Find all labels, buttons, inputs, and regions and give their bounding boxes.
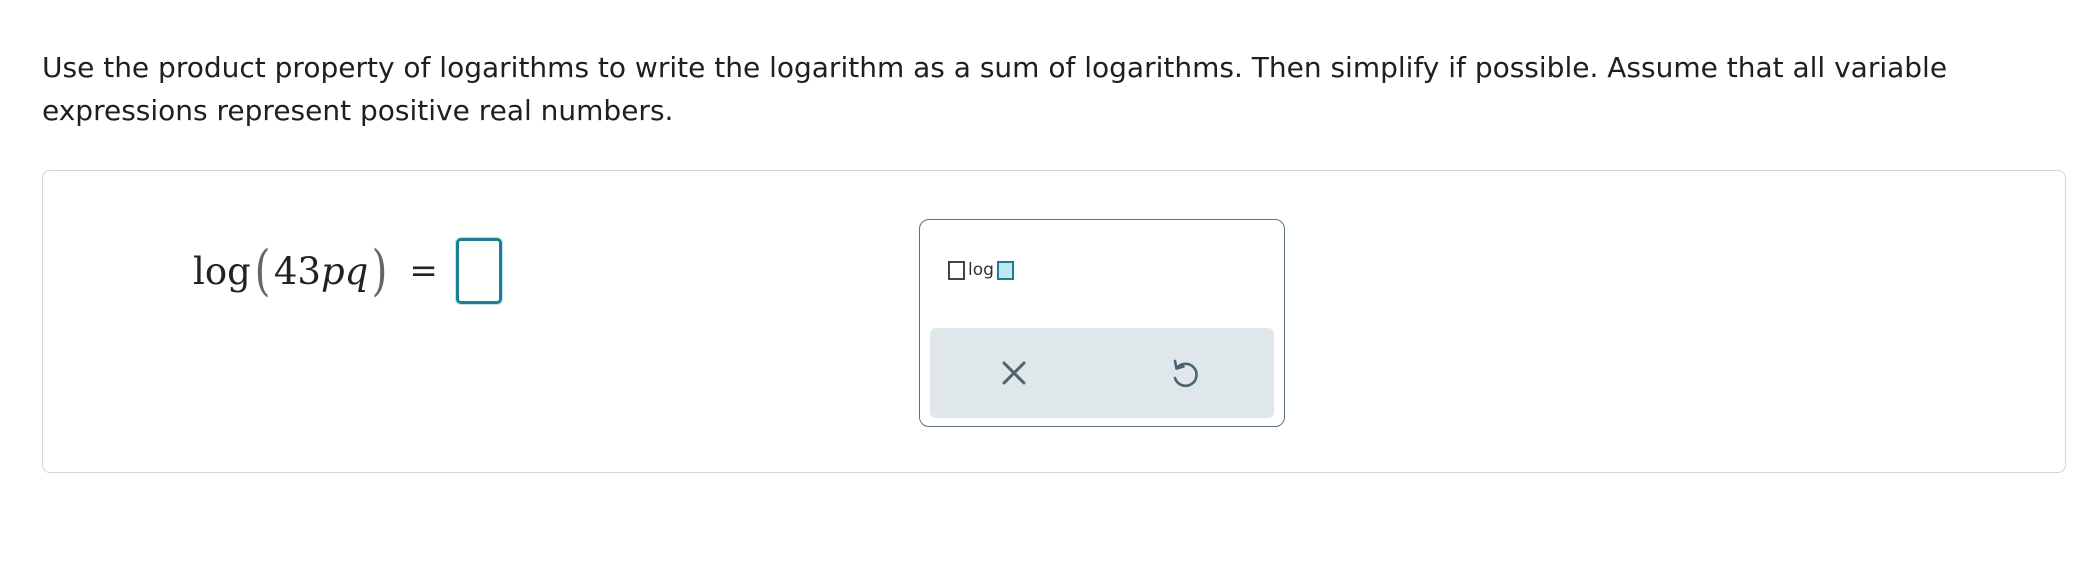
- clear-button[interactable]: [994, 353, 1034, 393]
- undo-button[interactable]: [1164, 353, 1204, 393]
- coefficient: 43: [273, 249, 321, 293]
- equals-sign: =: [409, 251, 438, 291]
- variable-q: q: [344, 249, 369, 293]
- log-template-label: log: [968, 260, 994, 280]
- close-paren: ): [371, 239, 388, 302]
- argument-placeholder-icon: [996, 260, 1014, 280]
- answer-input-box[interactable]: [455, 238, 502, 304]
- variable-p: p: [320, 249, 345, 293]
- coefficient-placeholder-icon: [948, 260, 965, 280]
- open-paren: (: [254, 239, 271, 302]
- log-function: log: [193, 249, 251, 293]
- problem-instructions: Use the product property of logarithms t…: [42, 51, 1948, 127]
- log-base-template-button[interactable]: log: [948, 260, 1014, 280]
- answer-panel: log ( 43 p q ) = log: [42, 170, 2066, 473]
- palette-action-bar: [930, 328, 1274, 418]
- equation: log ( 43 p q ) =: [193, 233, 502, 309]
- close-x-icon: [1002, 361, 1026, 385]
- math-input-palette: log: [919, 219, 1285, 427]
- undo-arrow-icon: [1173, 359, 1198, 388]
